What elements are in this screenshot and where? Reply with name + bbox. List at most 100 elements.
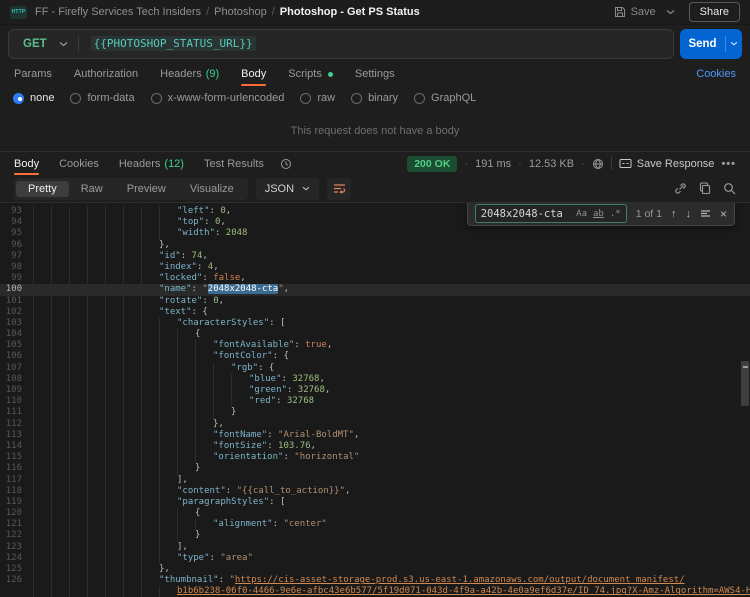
code-line: 111}	[0, 407, 750, 418]
find-next-icon[interactable]: ↓	[685, 208, 691, 220]
save-icon	[614, 6, 626, 18]
save-response-label: Save Response	[637, 158, 715, 170]
view-mode-pretty[interactable]: Pretty	[16, 181, 69, 197]
share-button[interactable]: Share	[689, 2, 740, 22]
code-line: 119"paragraphStyles": [	[0, 497, 750, 508]
view-mode-visualize[interactable]: Visualize	[178, 181, 246, 197]
headers-count-badge: (9)	[206, 68, 219, 80]
code-line: 113"fontName": "Arial-BoldMT",	[0, 430, 750, 441]
send-button-label: Send	[680, 38, 725, 50]
scrollbar-thumb[interactable]	[741, 361, 749, 406]
response-body-viewer[interactable]: Aa ab .* 1 of 1 ↑ ↓ × 93"left": 0,94"top…	[0, 202, 750, 597]
language-chevron-down-icon	[302, 186, 310, 191]
status-badge[interactable]: 200 OK	[407, 156, 457, 172]
breadcrumb-folder[interactable]: Photoshop	[214, 6, 267, 18]
search-icon[interactable]	[723, 182, 736, 195]
code-line: b1b6b238-06f0-4466-9e6e-afbc43e6b577/5f1…	[0, 586, 750, 597]
divider	[611, 157, 612, 170]
response-tab-cookies[interactable]: Cookies	[59, 152, 99, 175]
save-response-icon	[619, 158, 632, 169]
breadcrumb-request-title: Photoshop - Get PS Status	[280, 6, 420, 18]
radio-icon	[300, 93, 311, 104]
url-variable[interactable]: {{PHOTOSHOP_STATUS_URL}}	[91, 36, 256, 51]
method-selector[interactable]: GET	[9, 38, 78, 50]
radio-form-data[interactable]: form-data	[70, 92, 134, 104]
radio-none[interactable]: none	[13, 92, 54, 104]
breadcrumb-collection[interactable]: FF - Firefly Services Tech Insiders	[35, 6, 201, 18]
match-case-icon[interactable]: Aa	[576, 209, 587, 219]
code-line: 102"text": {	[0, 307, 750, 318]
view-mode-preview[interactable]: Preview	[115, 181, 178, 197]
find-input[interactable]	[481, 208, 570, 220]
code-line: 120{	[0, 508, 750, 519]
response-body-actions	[674, 182, 736, 195]
code-line: 96},	[0, 240, 750, 251]
radio-binary[interactable]: binary	[351, 92, 398, 104]
tab-settings[interactable]: Settings	[355, 62, 395, 86]
code-line: 126"thumbnail": "https://cis-asset-stora…	[0, 575, 750, 586]
link-icon[interactable]	[674, 182, 687, 195]
code-line: 117],	[0, 475, 750, 486]
response-tab-headers[interactable]: Headers (12)	[119, 152, 184, 175]
copy-icon[interactable]	[699, 182, 711, 195]
code-line: 112},	[0, 419, 750, 430]
radio-icon	[414, 93, 425, 104]
more-options-icon[interactable]: •••	[721, 158, 736, 170]
code-lines: 93"left": 0,94"top": 0,95"width": 204896…	[0, 203, 750, 597]
code-line: 104{	[0, 329, 750, 340]
response-meta: 200 OK · 191 ms · 12.53 KB ·	[407, 156, 736, 172]
divider	[78, 36, 79, 52]
response-size[interactable]: 12.53 KB	[529, 158, 574, 170]
http-collection-icon: HTTP	[10, 6, 27, 19]
view-mode-raw[interactable]: Raw	[69, 181, 115, 197]
code-line: 95"width": 2048	[0, 228, 750, 239]
method-chevron-down-icon	[59, 41, 68, 47]
language-selector[interactable]: JSON	[256, 178, 319, 200]
url-bar: GET {{PHOTOSHOP_STATUS_URL}} Send	[0, 25, 750, 62]
wrap-text-icon[interactable]	[327, 178, 351, 200]
whole-word-icon[interactable]: ab	[593, 209, 604, 219]
send-options-chevron-icon[interactable]	[726, 41, 742, 46]
radio-graphql[interactable]: GraphQL	[414, 92, 476, 104]
response-history-icon[interactable]	[280, 158, 292, 170]
code-line: 122}	[0, 530, 750, 541]
response-tabs: Body Cookies Headers (12) Test Results 2…	[0, 152, 750, 175]
send-button[interactable]: Send	[680, 29, 742, 59]
find-in-lines-icon[interactable]	[700, 209, 711, 218]
find-previous-icon[interactable]: ↑	[671, 208, 677, 220]
view-mode-segmented-control: Pretty Raw Preview Visualize	[14, 178, 248, 200]
scrollbar[interactable]	[739, 203, 750, 597]
header-actions: Save Share	[610, 2, 740, 22]
response-time[interactable]: 191 ms	[475, 158, 511, 170]
save-response-button[interactable]: Save Response	[619, 158, 715, 170]
tab-scripts[interactable]: Scripts	[288, 62, 333, 86]
find-close-icon[interactable]: ×	[720, 207, 727, 221]
radio-x-www-form-urlencoded[interactable]: x-www-form-urlencoded	[151, 92, 285, 104]
tab-params[interactable]: Params	[14, 62, 52, 86]
code-line: 98"index": 4,	[0, 262, 750, 273]
code-line: 125},	[0, 564, 750, 575]
cookies-link[interactable]: Cookies	[696, 68, 736, 80]
tab-body[interactable]: Body	[241, 62, 266, 86]
save-button[interactable]: Save	[610, 3, 660, 21]
code-line: 109"green": 32768,	[0, 385, 750, 396]
method-label: GET	[23, 38, 47, 50]
request-tabs: Params Authorization Headers (9) Body Sc…	[0, 62, 750, 86]
find-panel: Aa ab .* 1 of 1 ↑ ↓ ×	[467, 202, 735, 226]
code-line: 107"rgb": {	[0, 363, 750, 374]
code-line: 100"name": "2048x2048-cta",	[0, 284, 750, 295]
code-line: 99"locked": false,	[0, 273, 750, 284]
save-options-chevron-icon[interactable]	[664, 6, 677, 18]
tab-authorization[interactable]: Authorization	[74, 62, 138, 86]
regex-icon[interactable]: .*	[610, 209, 621, 219]
response-tab-test-results[interactable]: Test Results	[204, 152, 264, 175]
find-input-wrapper: Aa ab .*	[475, 204, 627, 223]
radio-icon	[151, 93, 162, 104]
radio-raw[interactable]: raw	[300, 92, 335, 104]
network-info-icon[interactable]	[592, 158, 604, 170]
code-line: 114"fontSize": 103.76,	[0, 441, 750, 452]
url-input[interactable]: GET {{PHOTOSHOP_STATUS_URL}}	[8, 29, 674, 59]
radio-selected-icon	[13, 93, 24, 104]
tab-headers[interactable]: Headers (9)	[160, 62, 219, 86]
response-tab-body[interactable]: Body	[14, 152, 39, 175]
